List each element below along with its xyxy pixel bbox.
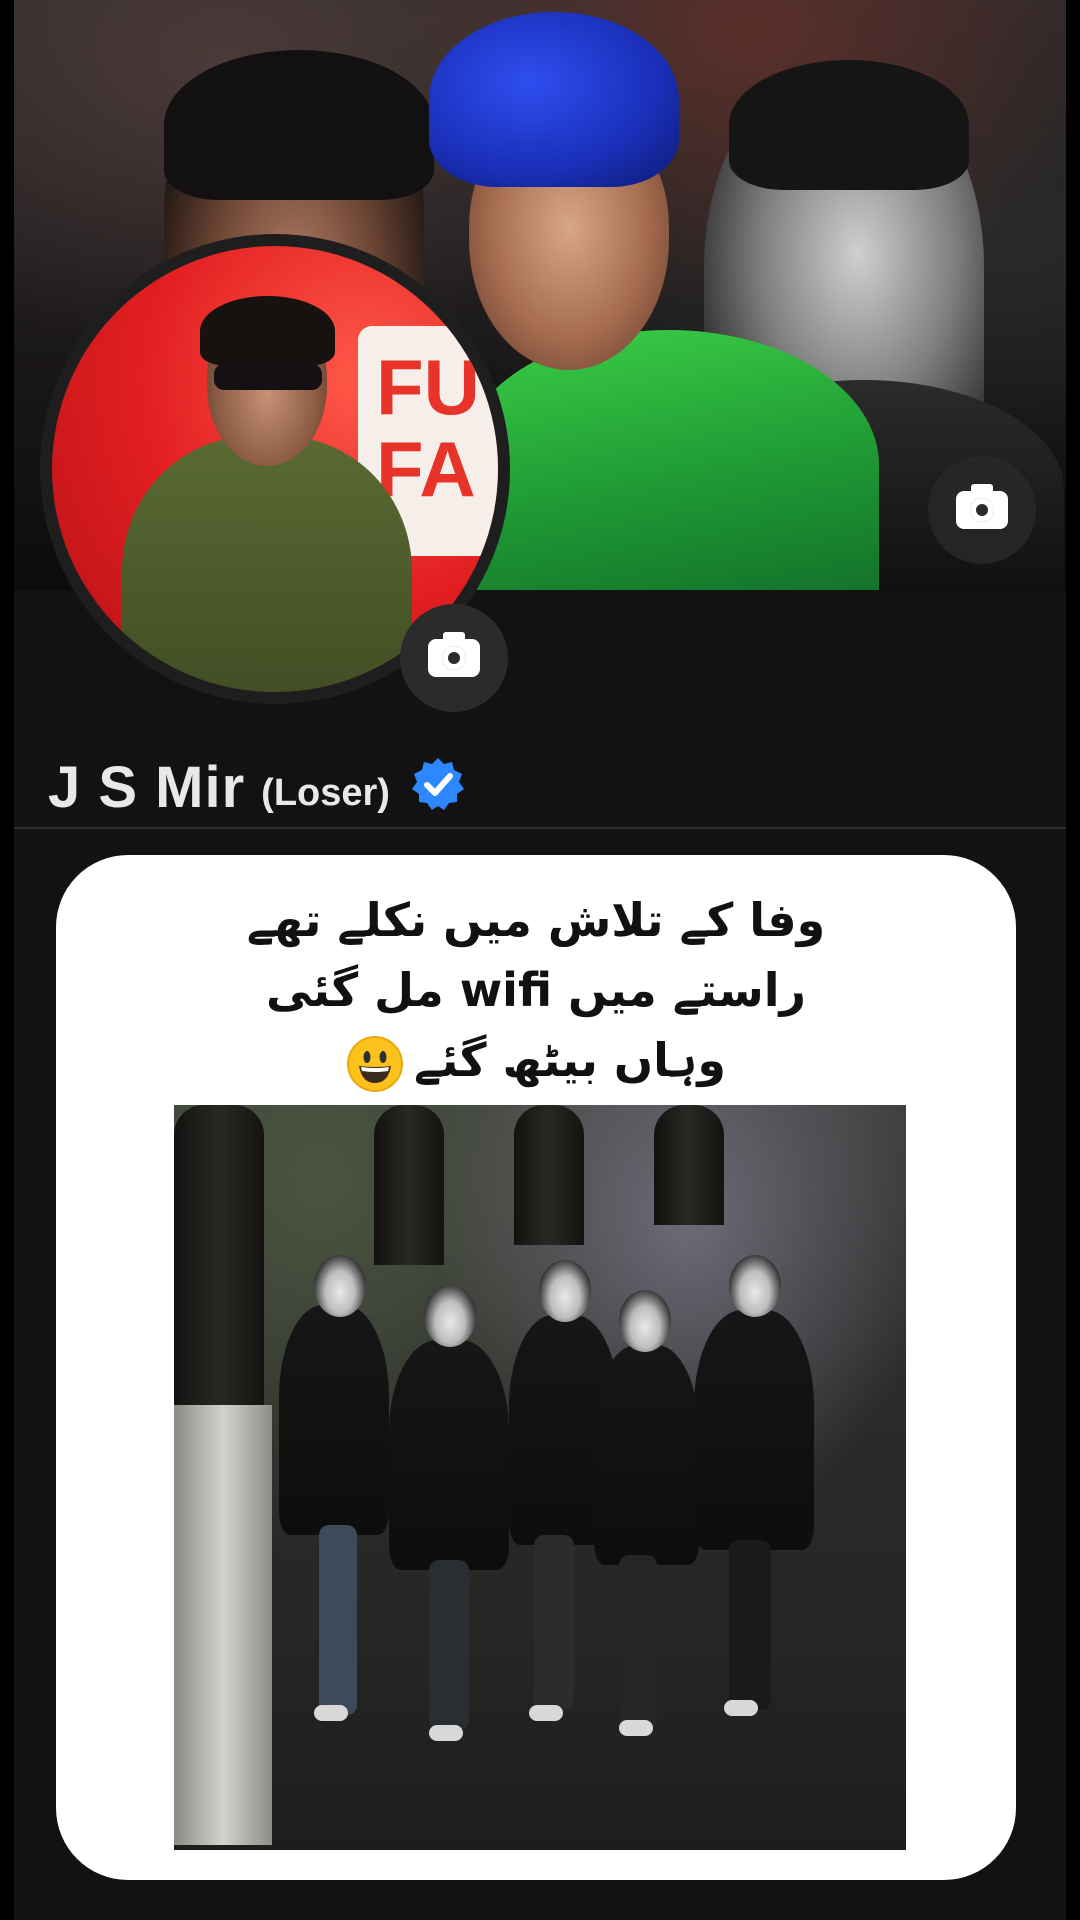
post-video-thumbnail[interactable] — [174, 1105, 906, 1850]
scene-person-shoe — [619, 1720, 653, 1736]
scene-tree — [374, 1105, 444, 1265]
verified-badge-icon[interactable] — [410, 756, 466, 812]
scene-person-shoe — [724, 1700, 758, 1716]
scene-person-shoe — [314, 1705, 348, 1721]
scene-person — [389, 1340, 509, 1570]
section-divider — [14, 827, 1066, 829]
cover-person-center-jersey — [459, 330, 879, 590]
scene-person-head — [539, 1260, 591, 1322]
scene-person-head — [424, 1285, 476, 1347]
grinning-face-emoji-icon — [346, 1035, 404, 1093]
scene-tree — [174, 1105, 264, 1435]
scene-tree — [514, 1105, 584, 1245]
cover-person-left-hair — [164, 50, 434, 200]
scene-person-leg — [619, 1555, 657, 1730]
scene-tree-trunk — [174, 1405, 272, 1845]
post-card[interactable]: وفا کے تلاش میں نکلے تھے راستے میں wifi … — [56, 855, 1016, 1880]
post-caption-line-3-row: وہاں بیٹھ گئے — [56, 1025, 1016, 1095]
post-caption-line-1: وفا کے تلاش میں نکلے تھے — [246, 893, 826, 947]
cover-person-right-hair — [729, 60, 969, 190]
edit-cover-photo-button[interactable] — [928, 456, 1036, 564]
scene-person — [279, 1305, 389, 1535]
post-caption-line-2: راستے میں wifi مل گئی — [266, 963, 806, 1017]
cover-person-center-hair — [429, 12, 679, 187]
scene-tree — [654, 1105, 724, 1225]
scene-person-shoe — [429, 1725, 463, 1741]
camera-icon — [428, 632, 480, 677]
profile-picture-shirt — [122, 436, 412, 692]
profile-name-row: J S Mir (Loser) — [48, 752, 466, 822]
profile-name-suffix: (Loser) — [261, 771, 390, 814]
camera-icon — [956, 484, 1008, 529]
scene-person — [694, 1310, 814, 1550]
scene-person-leg — [319, 1525, 357, 1715]
scene-person-head — [619, 1290, 671, 1352]
post-caption: وفا کے تلاش میں نکلے تھے راستے میں wifi … — [56, 885, 1016, 1095]
scene-person — [594, 1345, 699, 1565]
scene-person-leg — [429, 1560, 469, 1730]
profile-name: J S Mir — [48, 754, 246, 820]
edit-profile-picture-button[interactable] — [400, 604, 508, 712]
scene-person-head — [729, 1255, 781, 1317]
scene-person-shoe — [529, 1705, 563, 1721]
profile-picture-hair — [200, 296, 335, 366]
scene-person-leg — [534, 1535, 574, 1710]
post-caption-line-3: وہاں بیٹھ گئے — [414, 1033, 726, 1087]
scene-person-head — [314, 1255, 366, 1317]
scene-person-leg — [729, 1540, 771, 1710]
profile-picture-sunglasses — [214, 364, 322, 390]
